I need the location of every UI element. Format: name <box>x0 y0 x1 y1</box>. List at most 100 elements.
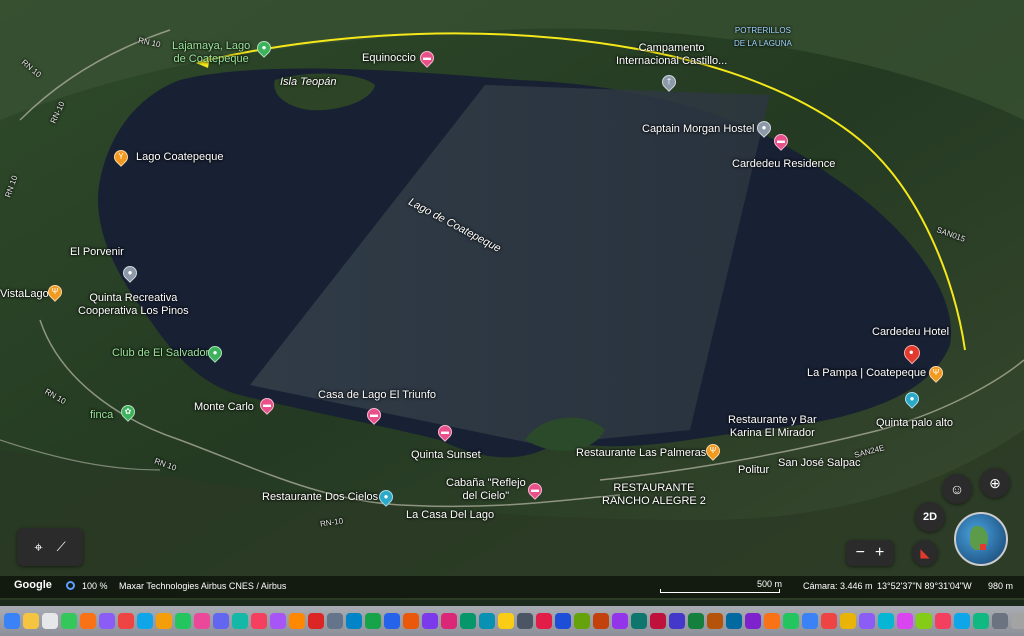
place-label[interactable]: Cardedeu Residence <box>732 158 835 171</box>
camera-altitude: Cámara: 3.446 m <box>803 581 873 591</box>
dock-app-icon[interactable] <box>99 613 115 629</box>
dock-app-icon[interactable] <box>783 613 799 629</box>
dock-app-icon[interactable] <box>4 613 20 629</box>
dock-app-icon[interactable] <box>23 613 39 629</box>
dock-app-icon[interactable] <box>916 613 932 629</box>
dock-app-icon[interactable] <box>346 613 362 629</box>
dock-app-icon[interactable] <box>878 613 894 629</box>
zoom-in-button[interactable]: + <box>875 544 884 562</box>
place-label[interactable]: Monte Carlo <box>194 401 254 414</box>
place-label[interactable]: Restaurante Las Palmeras <box>576 447 706 460</box>
dock-app-icon[interactable] <box>745 613 761 629</box>
dock-app-icon[interactable] <box>536 613 552 629</box>
dock-app-icon[interactable] <box>802 613 818 629</box>
dock-app-icon[interactable] <box>726 613 742 629</box>
place-label[interactable]: La Pampa | Coatepeque <box>807 367 926 380</box>
place-label[interactable]: Cardedeu Hotel <box>872 326 949 339</box>
street-view-button[interactable]: ☺ <box>942 474 972 504</box>
my-location-button[interactable]: ⊕ <box>980 468 1010 498</box>
dock-app-icon[interactable] <box>118 613 134 629</box>
dock-app-icon[interactable] <box>156 613 172 629</box>
zoom-percent: 100 % <box>82 581 108 591</box>
dock-app-icon[interactable] <box>327 613 343 629</box>
place-label[interactable]: Quinta palo alto <box>876 417 953 430</box>
place-label[interactable]: Casa de Lago El Triunfo <box>318 389 436 402</box>
dock-app-icon[interactable] <box>403 613 419 629</box>
dock-app-icon[interactable] <box>935 613 951 629</box>
dock-app-icon[interactable] <box>631 613 647 629</box>
dock-app-icon[interactable] <box>384 613 400 629</box>
place-label[interactable]: Cabaña "Reflejo del Cielo" <box>446 477 526 503</box>
dock-app-icon[interactable] <box>61 613 77 629</box>
place-label[interactable]: Lago Coatepeque <box>136 151 223 164</box>
loading-ring-icon <box>66 581 75 590</box>
dock-app-icon[interactable] <box>973 613 989 629</box>
place-label[interactable]: Quinta Sunset <box>411 449 481 462</box>
place-label[interactable]: Lajamaya, Lago de Coatepeque <box>172 40 250 66</box>
place-label[interactable]: Restaurante Dos Cielos <box>262 491 378 504</box>
path-measure-icon[interactable]: ⟋ <box>57 539 66 555</box>
place-label[interactable]: Equinoccio <box>362 52 416 65</box>
dock-app-icon[interactable] <box>441 613 457 629</box>
dock-app-icon[interactable] <box>194 613 210 629</box>
macos-dock <box>0 606 1024 636</box>
globe-icon[interactable] <box>954 512 1008 566</box>
dock-app-icon[interactable] <box>80 613 96 629</box>
dock-app-icon[interactable] <box>365 613 381 629</box>
dock-app-icon[interactable] <box>460 613 476 629</box>
zoom-controls: − + <box>846 540 894 566</box>
dock-app-icon[interactable] <box>593 613 609 629</box>
dock-app-icon[interactable] <box>821 613 837 629</box>
dock-app-icon[interactable] <box>840 613 856 629</box>
attribution[interactable]: Maxar Technologies Airbus CNES / Airbus <box>119 581 286 591</box>
dock-app-icon[interactable] <box>289 613 305 629</box>
dock-app-icon[interactable] <box>954 613 970 629</box>
dock-app-icon[interactable] <box>669 613 685 629</box>
zoom-out-button[interactable]: − <box>856 544 865 562</box>
dock-app-icon[interactable] <box>498 613 514 629</box>
place-label[interactable]: Captain Morgan Hostel <box>642 123 755 136</box>
dock-app-icon[interactable] <box>137 613 153 629</box>
scale-bar <box>660 589 780 593</box>
dock-app-icon[interactable] <box>517 613 533 629</box>
dock-app-icon[interactable] <box>764 613 780 629</box>
dock-app-icon[interactable] <box>992 613 1008 629</box>
place-label[interactable]: La Casa Del Lago <box>406 509 494 522</box>
dock-app-icon[interactable] <box>555 613 571 629</box>
dock-app-icon[interactable] <box>232 613 248 629</box>
dock-app-icon[interactable] <box>251 613 267 629</box>
dock-app-icon[interactable] <box>308 613 324 629</box>
place-label[interactable]: Quinta Recreativa Cooperativa Los Pinos <box>78 292 189 318</box>
compass-button[interactable]: ◣ <box>912 540 938 566</box>
compass-icon: ◣ <box>920 546 930 560</box>
map-tools-panel: ⌖ ⟋ <box>17 528 83 566</box>
dock-app-icon[interactable] <box>574 613 590 629</box>
island-label: Isla Teopán <box>280 76 337 88</box>
dock-app-icon[interactable] <box>612 613 628 629</box>
place-label[interactable]: Campamento Internacional Castillo... <box>616 42 727 68</box>
place-label[interactable]: RESTAURANTE RANCHO ALEGRE 2 <box>602 482 706 508</box>
dock-app-icon[interactable] <box>859 613 875 629</box>
dock-app-icon[interactable] <box>1011 613 1024 629</box>
place-label[interactable]: VistaLago <box>0 288 49 301</box>
dock-app-icon[interactable] <box>270 613 286 629</box>
toggle-2d-button[interactable]: 2D <box>915 502 945 532</box>
dock-app-icon[interactable] <box>422 613 438 629</box>
dock-app-icon[interactable] <box>213 613 229 629</box>
dock-app-icon[interactable] <box>897 613 913 629</box>
dock-app-icon[interactable] <box>707 613 723 629</box>
place-label[interactable]: Club de El Salvador <box>112 347 209 360</box>
place-label[interactable]: Politur <box>738 464 769 477</box>
place-label[interactable]: Restaurante y Bar Karina El Mirador <box>728 414 817 440</box>
place-label[interactable]: finca <box>90 409 113 422</box>
place-label[interactable]: El Porvenir <box>70 246 124 259</box>
dock-app-icon[interactable] <box>479 613 495 629</box>
dock-app-icon[interactable] <box>175 613 191 629</box>
satellite-map[interactable]: POTRERILLOS DE LA LAGUNA RN 10 RN-10 RN 1… <box>0 0 1024 600</box>
place-label[interactable]: San José Salpac <box>778 457 861 470</box>
location-pin-icon[interactable]: ⌖ <box>34 539 42 556</box>
dock-app-icon[interactable] <box>688 613 704 629</box>
coordinates: 13°52'37"N 89°31'04"W <box>877 581 972 591</box>
dock-app-icon[interactable] <box>42 613 58 629</box>
dock-app-icon[interactable] <box>650 613 666 629</box>
